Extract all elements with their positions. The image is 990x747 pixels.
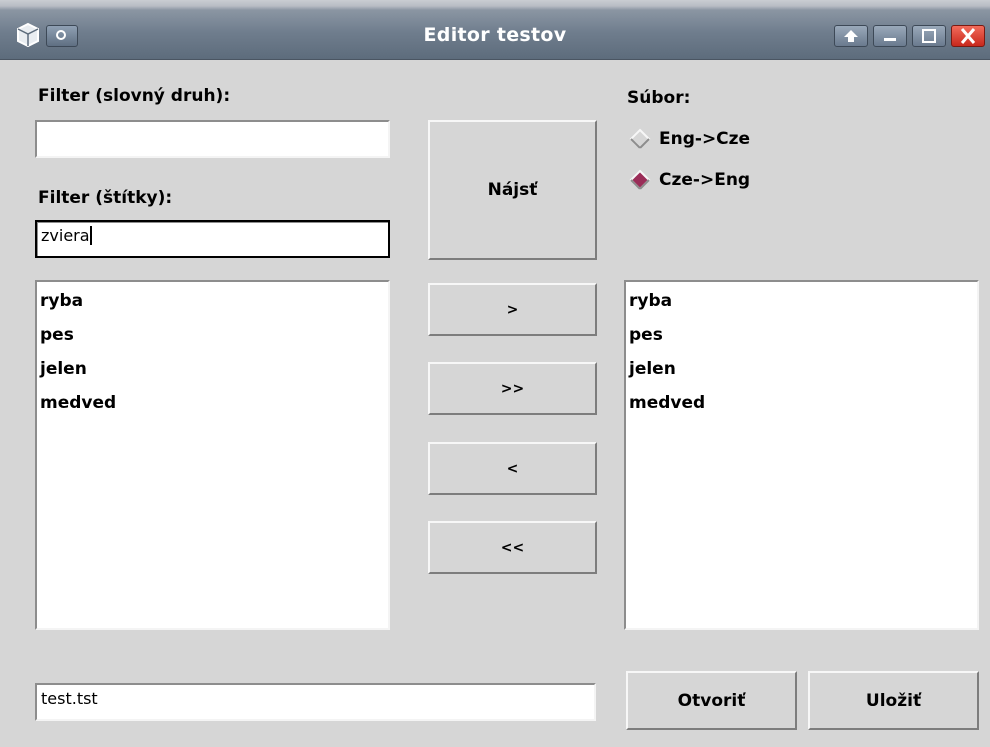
minimize-button[interactable] bbox=[873, 25, 907, 47]
editor-window: Editor testov Filter (slovný druh): Filt… bbox=[0, 0, 990, 747]
list-item[interactable]: pes bbox=[629, 318, 974, 352]
list-item[interactable]: ryba bbox=[629, 284, 974, 318]
list-item[interactable]: medved bbox=[40, 386, 385, 420]
window-title: Editor testov bbox=[423, 24, 567, 46]
move-all-left-button[interactable]: << bbox=[428, 521, 597, 574]
pos-filter-input[interactable] bbox=[35, 120, 390, 158]
find-button[interactable]: Nájsť bbox=[428, 120, 597, 260]
close-icon bbox=[960, 28, 976, 44]
radio-cze-eng-label: Cze->Eng bbox=[659, 170, 751, 190]
pos-filter-label: Filter (slovný druh): bbox=[38, 86, 231, 106]
title-bar[interactable]: Editor testov bbox=[0, 0, 990, 60]
tags-filter-value: zviera bbox=[41, 226, 90, 245]
maximize-icon bbox=[922, 29, 936, 43]
radio-eng-cze[interactable]: Eng->Cze bbox=[629, 128, 750, 150]
open-button[interactable]: Otvoriť bbox=[626, 671, 797, 730]
tags-filter-label: Filter (štítky): bbox=[38, 188, 173, 208]
minimize-icon bbox=[884, 38, 896, 41]
list-item[interactable]: jelen bbox=[40, 352, 385, 386]
close-button[interactable] bbox=[951, 25, 985, 47]
test-words-list[interactable]: ryba pes jelen medved bbox=[624, 280, 979, 630]
available-words-list[interactable]: ryba pes jelen medved bbox=[35, 280, 390, 630]
move-one-left-button[interactable]: < bbox=[428, 442, 597, 495]
circle-icon bbox=[56, 30, 66, 40]
move-one-right-button[interactable]: > bbox=[428, 283, 597, 336]
arrow-up-icon bbox=[844, 30, 858, 42]
list-item[interactable]: medved bbox=[629, 386, 974, 420]
file-label: Súbor: bbox=[627, 88, 691, 108]
radio-selected-icon bbox=[629, 169, 651, 191]
tags-filter-input[interactable]: zviera bbox=[35, 220, 390, 258]
radio-cze-eng[interactable]: Cze->Eng bbox=[629, 169, 750, 191]
list-item[interactable]: pes bbox=[40, 318, 385, 352]
list-item[interactable]: jelen bbox=[629, 352, 974, 386]
text-caret bbox=[89, 226, 92, 245]
radio-eng-cze-label: Eng->Cze bbox=[659, 129, 751, 149]
filename-input[interactable]: test.tst bbox=[35, 683, 596, 721]
window-options-button[interactable] bbox=[46, 25, 78, 47]
list-item[interactable]: ryba bbox=[40, 284, 385, 318]
shade-button[interactable] bbox=[834, 25, 868, 47]
save-button[interactable]: Uložiť bbox=[808, 671, 979, 730]
move-all-right-button[interactable]: >> bbox=[428, 362, 597, 415]
maximize-button[interactable] bbox=[912, 25, 946, 47]
window-menu-cube-icon[interactable] bbox=[16, 22, 40, 48]
radio-unselected-icon bbox=[629, 128, 651, 150]
